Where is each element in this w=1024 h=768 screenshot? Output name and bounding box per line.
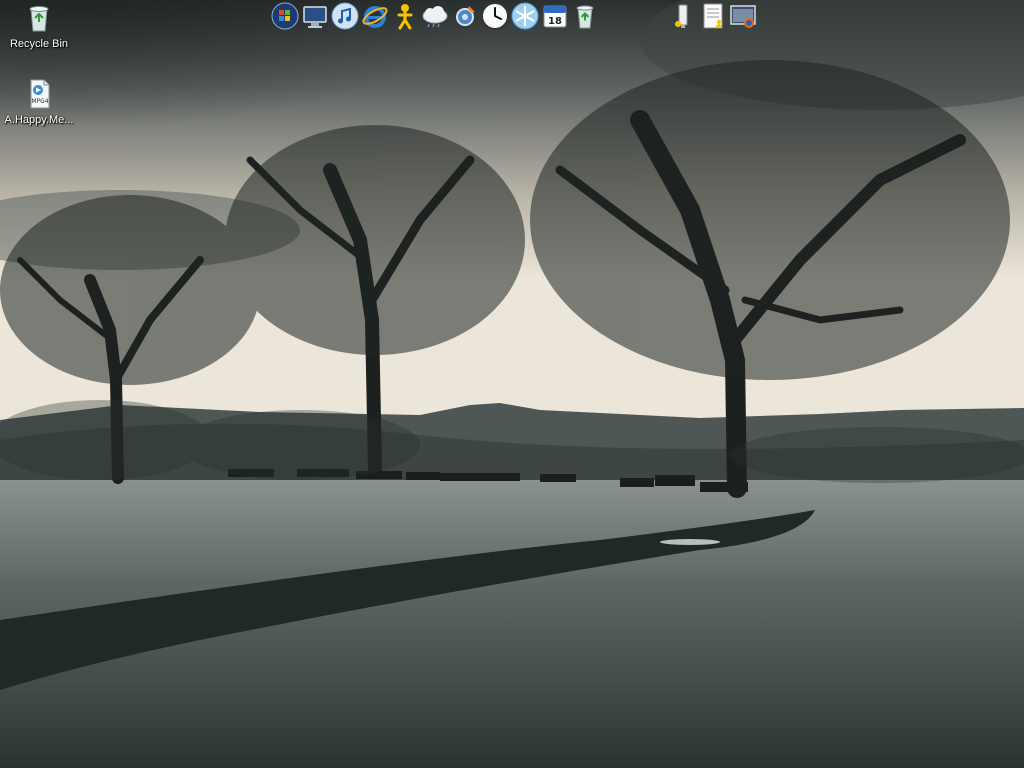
desktop-icon-recycle-bin[interactable]: Recycle Bin <box>1 2 77 51</box>
recycle-bin-icon <box>29 6 49 32</box>
snowflake-icon[interactable] <box>510 1 540 31</box>
clock-icon[interactable] <box>480 1 510 31</box>
desktop-icon-mpg4-file[interactable]: MPG4 A.Happy.Me... <box>1 78 77 127</box>
recycle-bin-dock-icon[interactable] <box>570 1 600 31</box>
firefox-window-icon[interactable] <box>728 1 758 31</box>
windows-start-icon[interactable] <box>270 1 300 31</box>
aim-notepad-icon[interactable] <box>698 1 728 31</box>
settings-icon[interactable] <box>450 1 480 31</box>
desktop-icon-label: A.Happy.Me... <box>4 114 74 126</box>
top-dock: 18 <box>270 0 600 32</box>
itunes-icon[interactable] <box>330 1 360 31</box>
top-dock-right <box>668 0 758 32</box>
calendar-day: 18 <box>548 16 562 27</box>
calendar-icon[interactable]: 18 <box>540 1 570 31</box>
file-badge: MPG4 <box>31 98 48 105</box>
weather-icon[interactable] <box>420 1 450 31</box>
desktop-icon-label: Recycle Bin <box>9 38 69 50</box>
desktop[interactable]: Recycle Bin MPG4 A.Happy.Me... 18 <box>0 0 1024 768</box>
internet-explorer-icon[interactable] <box>360 1 390 31</box>
my-computer-icon[interactable] <box>300 1 330 31</box>
usb-drive-icon[interactable] <box>668 1 698 31</box>
aim-icon[interactable] <box>390 1 420 31</box>
mpg4-file-icon: MPG4 <box>30 79 50 109</box>
wallpaper-image <box>0 0 1024 768</box>
